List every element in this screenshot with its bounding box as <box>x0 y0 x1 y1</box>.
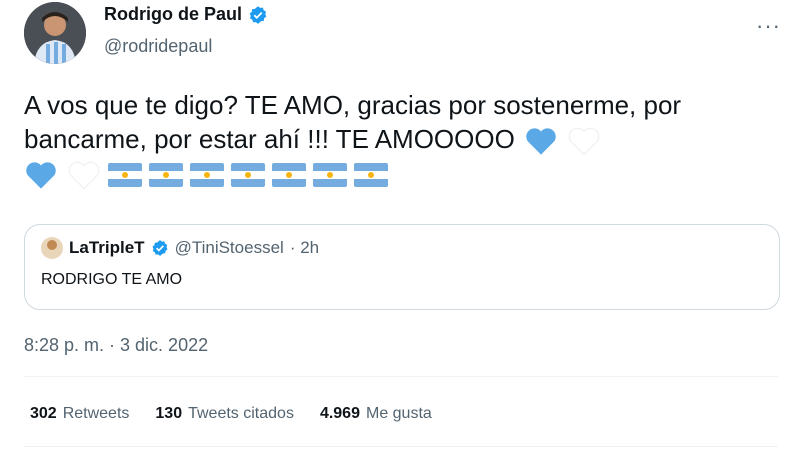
author-name-row[interactable]: Rodrigo de Paul <box>104 4 268 25</box>
white-heart-icon <box>68 162 100 190</box>
argentina-flag-icon <box>354 163 389 188</box>
quoted-author-handle: @TiniStoessel <box>174 238 284 257</box>
argentina-flag-icon <box>108 163 143 188</box>
more-horizontal-icon[interactable]: ··· <box>756 13 781 39</box>
likes-label: Me gusta <box>365 405 432 422</box>
likes-stat[interactable]: 4.969 Me gusta <box>320 405 432 423</box>
argentina-flag-icon <box>272 163 307 188</box>
quoted-tweet-text: RODRIGO TE AMO <box>41 271 183 288</box>
verified-badge-icon <box>152 240 168 256</box>
tweet-text-block: A vos que te digo? TE AMO, gracias por s… <box>24 88 764 190</box>
author-handle[interactable]: @rodridepaul <box>104 36 212 57</box>
quoted-tweet-header: LaTripleT @TiniStoessel · 2h <box>41 237 319 259</box>
blue-heart-icon <box>26 162 56 189</box>
quote-tweets-stat[interactable]: 130 Tweets citados <box>155 405 294 423</box>
argentina-flag-icon <box>190 163 225 188</box>
retweets-count: 302 <box>30 405 57 422</box>
argentina-flag-icon <box>231 163 266 188</box>
likes-count: 4.969 <box>319 405 360 422</box>
quoted-time: · 2h <box>289 238 320 257</box>
engagement-stats: 302 Retweets 130 Tweets citados 4.969 Me… <box>30 405 432 423</box>
quoted-tweet[interactable]: LaTripleT @TiniStoessel · 2h RODRIGO TE … <box>24 224 780 310</box>
retweets-stat[interactable]: 302 Retweets <box>30 405 129 423</box>
author-avatar[interactable] <box>24 2 86 64</box>
tweet-card: Rodrigo de Paul @rodridepaul ··· A vos q… <box>0 0 800 457</box>
white-heart-icon <box>569 127 600 156</box>
verified-badge-icon <box>249 5 267 24</box>
quote-tweets-count: 130 <box>155 405 183 422</box>
divider <box>24 376 778 377</box>
quoted-author-avatar <box>41 237 63 259</box>
blue-heart-icon <box>526 128 556 155</box>
argentina-flag-icon <box>149 163 184 188</box>
author-name[interactable]: Rodrigo de Paul <box>104 4 242 25</box>
tweet-timestamp[interactable]: 8:28 p. m. · 3 dic. 2022 <box>24 335 208 356</box>
argentina-flag-icon <box>313 163 348 188</box>
retweets-label: Retweets <box>62 405 130 422</box>
divider <box>24 446 778 447</box>
quoted-author-name: LaTripleT <box>69 238 145 257</box>
quote-tweets-label: Tweets citados <box>188 405 294 422</box>
